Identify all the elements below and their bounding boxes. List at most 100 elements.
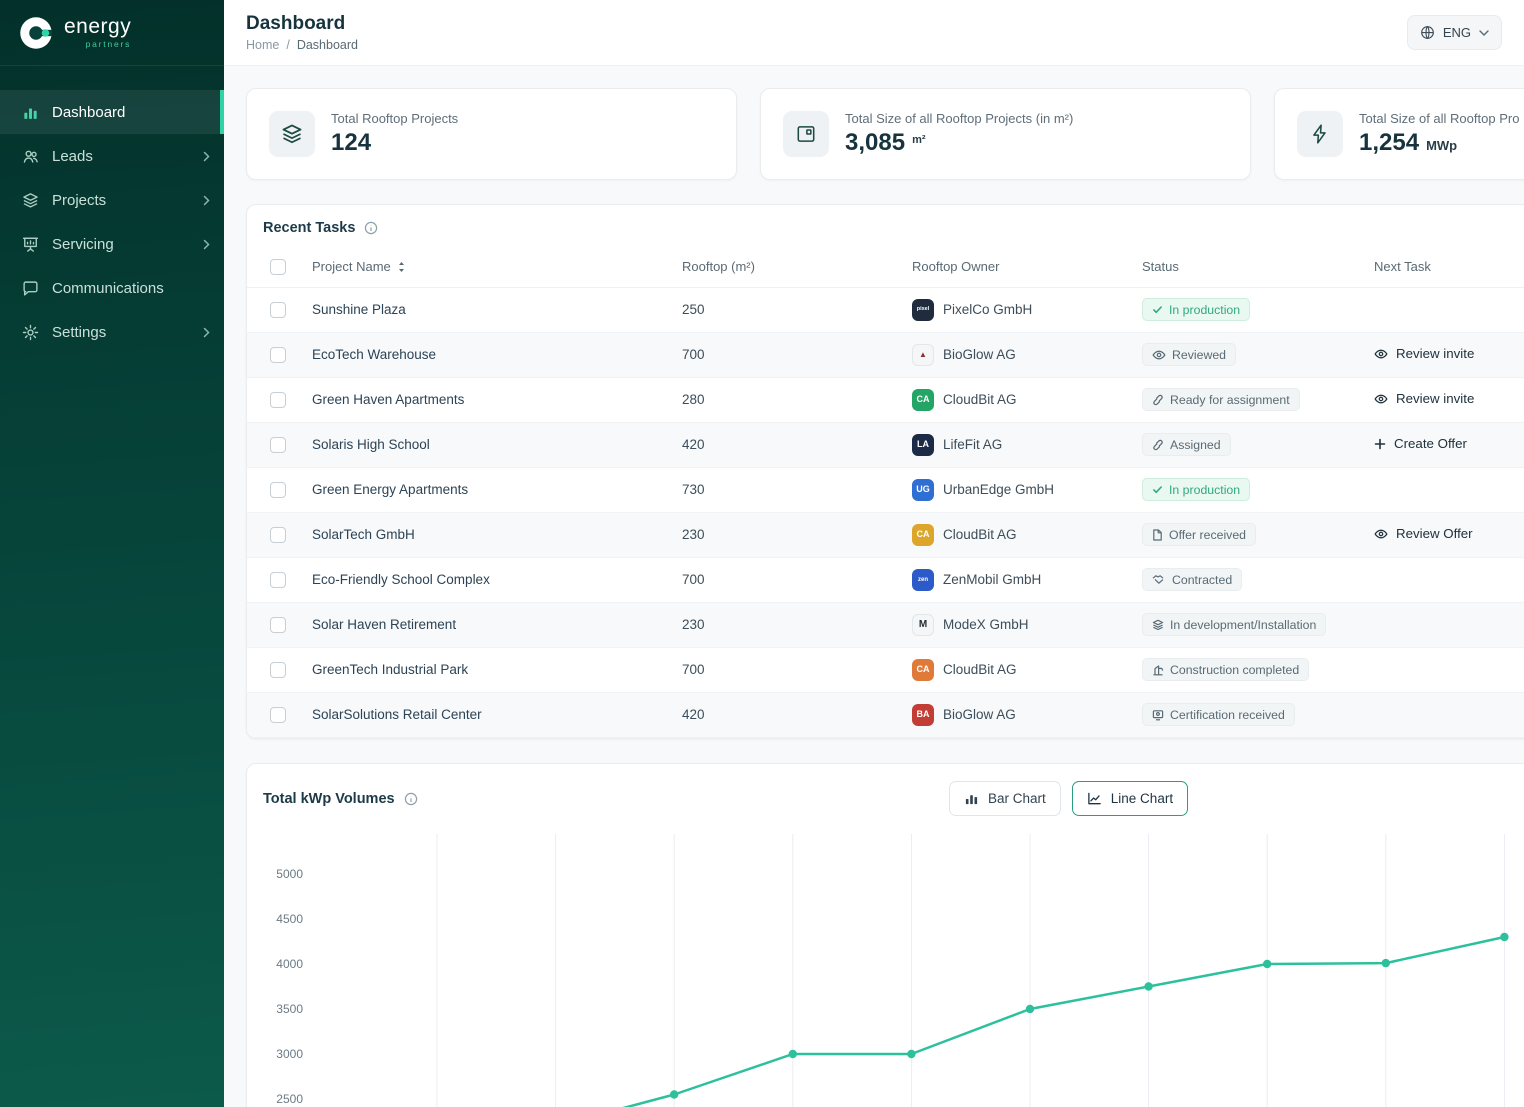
row-checkbox[interactable]	[270, 347, 286, 363]
stat-card-total-size-mwp: Total Size of all Rooftop Pro 1,254MWp	[1274, 88, 1524, 180]
info-icon[interactable]	[404, 792, 418, 806]
next-task-action[interactable]: Review invite	[1374, 346, 1474, 361]
table-row: SolarTech GmbH230CACloudBit AGOffer rece…	[247, 512, 1524, 557]
project-name: Solar Haven Retirement	[297, 602, 667, 647]
project-name: SolarSolutions Retail Center	[297, 692, 667, 737]
rooftop-owner: LALifeFit AG	[912, 434, 1127, 456]
svg-text:2500: 2500	[276, 1092, 303, 1106]
users-icon	[22, 148, 39, 165]
gear-icon	[22, 324, 39, 341]
rooftop-owner: pixelPixelCo GmbH	[912, 299, 1127, 321]
stat-label: Total Size of all Rooftop Projects (in m…	[845, 111, 1073, 126]
info-icon[interactable]	[364, 221, 378, 235]
recent-tasks-panel: Recent Tasks Project Name	[246, 204, 1524, 739]
presentation-icon	[22, 236, 39, 253]
table-row: SolarSolutions Retail Center420BABioGlow…	[247, 692, 1524, 737]
row-checkbox[interactable]	[270, 572, 286, 588]
stat-card-total-projects: Total Rooftop Projects 124	[246, 88, 737, 180]
eye-icon	[1152, 349, 1166, 361]
sidebar-item-dashboard[interactable]: Dashboard	[0, 90, 224, 134]
row-checkbox[interactable]	[270, 617, 286, 633]
project-name: EcoTech Warehouse	[297, 332, 667, 377]
sidebar-item-leads[interactable]: Leads	[0, 134, 224, 178]
sidebar-item-label: Communications	[52, 280, 164, 297]
sidebar-item-label: Settings	[52, 324, 106, 341]
rooftop-size: 250	[667, 287, 897, 332]
owner-name: CloudBit AG	[943, 662, 1017, 677]
layers-icon	[22, 192, 39, 209]
rooftop-owner: CA CloudBit AG	[912, 659, 1127, 681]
owner-avatar: M	[912, 614, 934, 636]
project-name: Solaris High School	[297, 422, 667, 467]
breadcrumb: Home / Dashboard	[246, 38, 358, 52]
project-name: SolarTech GmbH	[297, 512, 667, 557]
chat-icon	[22, 280, 39, 297]
status-badge: In production	[1142, 298, 1250, 321]
sidebar-item-communications[interactable]: Communications	[0, 266, 224, 310]
doc-icon	[1152, 529, 1163, 541]
row-checkbox[interactable]	[270, 302, 286, 318]
link-icon	[1152, 394, 1164, 406]
row-checkbox[interactable]	[270, 482, 286, 498]
tasks-table-body: Sunshine Plaza250 pixelPixelCo GmbH In pro…	[247, 287, 1524, 737]
owner-name: BioGlow AG	[943, 707, 1016, 722]
column-rooftop-owner: Rooftop Owner	[897, 247, 1127, 287]
owner-avatar: zen	[912, 569, 934, 591]
owner-avatar: CA	[912, 389, 934, 411]
main-content: Total Rooftop Projects 124 Total Size of…	[224, 66, 1524, 1107]
rooftop-owner: CACloudBit AG	[912, 389, 1127, 411]
chevron-down-icon	[1479, 30, 1489, 36]
stat-value: 124	[331, 129, 458, 157]
row-checkbox[interactable]	[270, 437, 286, 453]
owner-name: BioGlow AG	[943, 347, 1016, 362]
next-task-action[interactable]: Review invite	[1374, 391, 1474, 406]
row-checkbox[interactable]	[270, 392, 286, 408]
rooftop-owner: BA BioGlow AG	[912, 704, 1127, 726]
breadcrumb-separator: /	[286, 38, 289, 52]
table-row: GreenTech Industrial Park700CACloudBit A…	[247, 647, 1524, 692]
owner-name: ZenMobil GmbH	[943, 572, 1041, 587]
project-name: Sunshine Plaza	[297, 287, 667, 332]
chevron-right-icon	[203, 327, 210, 338]
row-checkbox[interactable]	[270, 662, 286, 678]
brand-logo[interactable]: energy partners	[0, 0, 224, 66]
brand-sub: partners	[86, 39, 132, 49]
next-task-action[interactable]: Create Offer	[1374, 436, 1467, 451]
rooftop-size: 700	[667, 557, 897, 602]
status-badge: Certification received	[1142, 703, 1295, 726]
next-task-action[interactable]: Review Offer	[1374, 526, 1473, 541]
sidebar-item-projects[interactable]: Projects	[0, 178, 224, 222]
breadcrumb-home[interactable]: Home	[246, 38, 279, 52]
sort-icon	[397, 261, 406, 273]
bolt-icon	[1297, 111, 1343, 157]
row-checkbox[interactable]	[270, 707, 286, 723]
sidebar-item-settings[interactable]: Settings	[0, 310, 224, 354]
owner-avatar: BA	[912, 704, 934, 726]
line-chart-button[interactable]: Line Chart	[1072, 781, 1188, 816]
sidebar-item-label: Dashboard	[52, 104, 125, 121]
select-all-checkbox[interactable]	[270, 259, 286, 275]
topbar: Dashboard Home / Dashboard ENG	[224, 0, 1524, 66]
status-badge: Ready for assignment	[1142, 388, 1300, 411]
table-row: Solaris High School420LALifeFit AGAssign…	[247, 422, 1524, 467]
crane-icon	[1152, 664, 1164, 676]
rooftop-owner: ▲BioGlow AG	[912, 344, 1127, 366]
owner-name: CloudBit AG	[943, 527, 1017, 542]
owner-avatar: CA	[912, 659, 934, 681]
tasks-table: Project Name Rooftop (m²) Rooftop Owner …	[247, 247, 1524, 738]
brand-name: energy	[64, 16, 131, 37]
bar-chart-icon	[964, 791, 979, 806]
language-selector[interactable]: ENG	[1407, 15, 1502, 50]
owner-avatar: UG	[912, 479, 934, 501]
bar-chart-button[interactable]: Bar Chart	[949, 781, 1061, 816]
stat-card-total-size-m2: Total Size of all Rooftop Projects (in m…	[760, 88, 1251, 180]
table-row: Sunshine Plaza250 pixelPixelCo GmbH In pro…	[247, 287, 1524, 332]
line-chart-icon	[1087, 791, 1102, 806]
row-checkbox[interactable]	[270, 527, 286, 543]
sidebar-item-servicing[interactable]: Servicing	[0, 222, 224, 266]
sidebar-nav: Dashboard Leads Projects	[0, 66, 224, 354]
column-project-name[interactable]: Project Name	[297, 247, 667, 287]
rooftop-owner: MModeX GmbH	[912, 614, 1127, 636]
stat-label: Total Rooftop Projects	[331, 111, 458, 126]
rooftop-size: 230	[667, 602, 897, 647]
